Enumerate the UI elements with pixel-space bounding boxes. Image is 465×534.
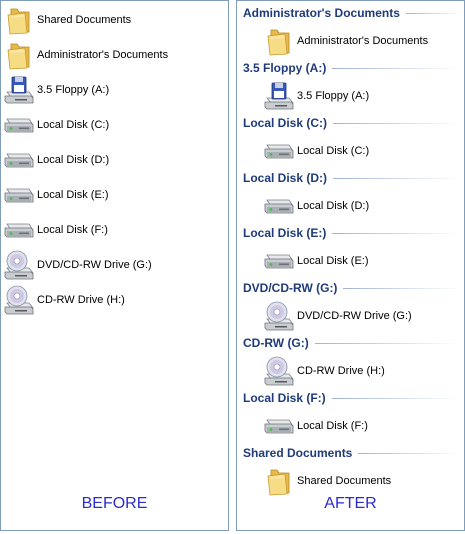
item-label: 3.5 Floppy (A:) xyxy=(37,83,110,96)
hard-disk-icon xyxy=(263,410,295,442)
folder-icon xyxy=(3,39,35,71)
item-label: Local Disk (C:) xyxy=(297,144,370,157)
group-header-label: Shared Documents xyxy=(243,446,353,460)
folder-icon xyxy=(263,25,295,57)
item-label: DVD/CD-RW Drive (G:) xyxy=(297,309,412,322)
group-header-divider xyxy=(358,452,460,454)
list-item[interactable]: Local Disk (C:) xyxy=(1,107,228,142)
hard-disk-icon xyxy=(263,135,295,167)
item-label: Local Disk (D:) xyxy=(297,199,370,212)
list-item[interactable]: CD-RW Drive (H:) xyxy=(1,282,228,317)
group-header[interactable]: Local Disk (F:) xyxy=(237,389,464,407)
list-item[interactable]: Local Disk (E:) xyxy=(1,177,228,212)
group-header-divider xyxy=(405,12,460,14)
group: Local Disk (E:) Local Disk (E:) xyxy=(237,224,464,279)
after-caption: AFTER xyxy=(324,495,377,512)
after-group-list: Administrator's Documents Administrator'… xyxy=(237,1,464,499)
hard-disk-icon xyxy=(263,190,295,222)
group-header-divider xyxy=(333,177,460,179)
item-label: Local Disk (F:) xyxy=(37,223,108,236)
before-item-list: Shared Documents Administrator's Documen… xyxy=(1,1,228,317)
group-header[interactable]: Local Disk (E:) xyxy=(237,224,464,242)
item-label: Local Disk (E:) xyxy=(37,188,109,201)
group-header-label: 3.5 Floppy (A:) xyxy=(243,61,327,75)
group-header-label: Local Disk (C:) xyxy=(243,116,328,130)
group-header[interactable]: Local Disk (C:) xyxy=(237,114,464,132)
item-label: Local Disk (D:) xyxy=(37,153,110,166)
list-item[interactable]: Local Disk (D:) xyxy=(237,187,464,224)
list-item[interactable]: Shared Documents xyxy=(237,462,464,499)
list-item[interactable]: Local Disk (F:) xyxy=(1,212,228,247)
list-item[interactable]: 3.5 Floppy (A:) xyxy=(1,72,228,107)
after-panel: Administrator's Documents Administrator'… xyxy=(236,0,465,531)
hard-disk-icon xyxy=(3,214,35,246)
floppy-drive-icon xyxy=(3,74,35,106)
list-item[interactable]: Shared Documents xyxy=(1,2,228,37)
group-header-divider xyxy=(314,342,460,344)
list-item[interactable]: 3.5 Floppy (A:) xyxy=(237,77,464,114)
item-label: Administrator's Documents xyxy=(37,48,169,61)
item-label: Shared Documents xyxy=(37,13,132,26)
list-item[interactable]: Administrator's Documents xyxy=(1,37,228,72)
hard-disk-icon xyxy=(3,179,35,211)
group: CD-RW (G:) CD-RW Drive (H:) xyxy=(237,334,464,389)
list-item[interactable]: Local Disk (C:) xyxy=(237,132,464,169)
group-header-label: Local Disk (F:) xyxy=(243,391,326,405)
group-header-divider xyxy=(331,397,460,399)
group-header[interactable]: CD-RW (G:) xyxy=(237,334,464,352)
group-header[interactable]: Administrator's Documents xyxy=(237,4,464,22)
before-caption: BEFORE xyxy=(81,495,148,512)
group-header[interactable]: 3.5 Floppy (A:) xyxy=(237,59,464,77)
item-label: CD-RW Drive (H:) xyxy=(37,293,125,306)
hard-disk-icon xyxy=(263,245,295,277)
cd-drive-icon xyxy=(263,300,295,332)
item-label: DVD/CD-RW Drive (G:) xyxy=(37,258,152,271)
item-label: CD-RW Drive (H:) xyxy=(297,364,385,377)
group-header[interactable]: DVD/CD-RW (G:) xyxy=(237,279,464,297)
hard-disk-icon xyxy=(3,144,35,176)
folder-icon xyxy=(263,465,295,497)
hard-disk-icon xyxy=(3,109,35,141)
folder-icon xyxy=(3,4,35,36)
group-header-divider xyxy=(333,122,460,124)
group-header[interactable]: Shared Documents xyxy=(237,444,464,462)
group-header-divider xyxy=(332,232,460,234)
group-header-label: DVD/CD-RW (G:) xyxy=(243,281,338,295)
group: Administrator's Documents Administrator'… xyxy=(237,4,464,59)
floppy-drive-icon xyxy=(263,80,295,112)
cd-drive-icon xyxy=(263,355,295,387)
list-item[interactable]: Local Disk (D:) xyxy=(1,142,228,177)
list-item[interactable]: Administrator's Documents xyxy=(237,22,464,59)
item-label: Local Disk (E:) xyxy=(297,254,369,267)
group: DVD/CD-RW (G:) DVD/CD-RW Drive (G:) xyxy=(237,279,464,334)
item-label: Shared Documents xyxy=(297,474,392,487)
group: Local Disk (C:) Local Disk (C:) xyxy=(237,114,464,169)
group-header-divider xyxy=(343,287,460,289)
group-header-label: Local Disk (D:) xyxy=(243,171,328,185)
item-label: Administrator's Documents xyxy=(297,34,429,47)
group-header[interactable]: Local Disk (D:) xyxy=(237,169,464,187)
list-item[interactable]: CD-RW Drive (H:) xyxy=(237,352,464,389)
group: Shared Documents Shared Documents xyxy=(237,444,464,499)
group: Local Disk (D:) Local Disk (D:) xyxy=(237,169,464,224)
list-item[interactable]: DVD/CD-RW Drive (G:) xyxy=(1,247,228,282)
group-header-label: CD-RW (G:) xyxy=(243,336,309,350)
group-header-label: Administrator's Documents xyxy=(243,6,400,20)
list-item[interactable]: Local Disk (E:) xyxy=(237,242,464,279)
group: 3.5 Floppy (A:) 3.5 Floppy (A:) xyxy=(237,59,464,114)
item-label: 3.5 Floppy (A:) xyxy=(297,89,370,102)
cd-drive-icon xyxy=(3,249,35,281)
group: Local Disk (F:) Local Disk (F:) xyxy=(237,389,464,444)
item-label: Local Disk (C:) xyxy=(37,118,110,131)
item-label: Local Disk (F:) xyxy=(297,419,368,432)
cd-drive-icon xyxy=(3,284,35,316)
group-header-divider xyxy=(332,67,460,69)
list-item[interactable]: DVD/CD-RW Drive (G:) xyxy=(237,297,464,334)
list-item[interactable]: Local Disk (F:) xyxy=(237,407,464,444)
before-panel: Shared Documents Administrator's Documen… xyxy=(0,0,229,531)
group-header-label: Local Disk (E:) xyxy=(243,226,327,240)
